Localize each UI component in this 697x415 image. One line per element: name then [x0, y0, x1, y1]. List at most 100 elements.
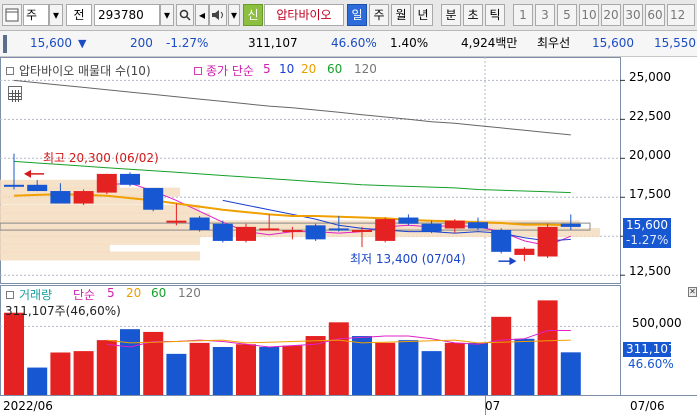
volume-profile-bar: [0, 235, 200, 245]
volume-bar: [4, 312, 24, 395]
volume-bar: [468, 342, 488, 395]
volume-bar: [328, 322, 349, 395]
period-tick-label: 틱: [489, 8, 501, 22]
volume-profile-bar: [0, 251, 200, 261]
period-year-tab[interactable]: 년: [413, 4, 433, 26]
interval-60-button[interactable]: 60: [645, 4, 665, 26]
price-pane-box-icon[interactable]: [6, 67, 14, 75]
current-price: 15,600: [30, 36, 72, 50]
market-select[interactable]: 주: [23, 4, 49, 26]
candle-body: [514, 248, 535, 255]
panel-handle-icon[interactable]: [3, 35, 7, 53]
candle-body: [27, 184, 48, 192]
volume-bar: [421, 351, 442, 395]
low-annotation: 최저 13,400 (07/04): [350, 252, 466, 266]
period-day-tab[interactable]: 일: [347, 4, 367, 26]
current-volume-pct: 46.60%: [628, 357, 674, 371]
volume-ma-20: 20: [126, 286, 142, 300]
ma-box-icon[interactable]: [194, 67, 202, 75]
interval-10-button[interactable]: 10: [579, 4, 599, 26]
interval-30-label: 30: [625, 8, 641, 22]
volume-bar: [491, 316, 512, 395]
candle-body: [212, 223, 233, 241]
period-second-label: 초: [467, 8, 479, 22]
candle-body: [189, 217, 210, 231]
candle-body: [236, 226, 256, 241]
market-select-label: 주: [26, 8, 38, 22]
interval-3-button[interactable]: 3: [535, 4, 555, 26]
volume-bar: [352, 336, 372, 395]
grid-table-icon[interactable]: [8, 86, 22, 102]
interval-60-label: 60: [647, 8, 663, 22]
stock-code-input[interactable]: 293780: [94, 4, 160, 26]
search-icon[interactable]: [176, 4, 194, 26]
period-month-tab[interactable]: 월: [391, 4, 411, 26]
stock-name-field[interactable]: 압타바이오: [264, 4, 344, 26]
candle-body: [421, 223, 442, 232]
ma-legend-label: 종가 단순: [206, 64, 254, 78]
candle-body: [259, 228, 280, 231]
volume-bar: [166, 353, 187, 395]
interval-5-button[interactable]: 5: [557, 4, 577, 26]
price-axis-label: 17,500: [629, 187, 671, 201]
prev-stock-icon[interactable]: ◂: [195, 4, 209, 26]
speaker-icon[interactable]: [209, 4, 227, 26]
ma-legend-10: 10: [279, 62, 295, 76]
volume-bar: [120, 329, 140, 395]
volume-readout: 311,107주(46,60%): [5, 304, 121, 318]
interval-20-button[interactable]: 20: [601, 4, 621, 26]
market-dropdown-icon[interactable]: ▾: [49, 4, 63, 26]
price-axis-label: 20,000: [629, 148, 671, 162]
ask-price: 15,550: [654, 36, 696, 50]
candle-body: [166, 220, 187, 223]
candle-body: [444, 220, 465, 229]
chart-area[interactable]: 압타바이오 매물대 수(10) 종가 단순 5 10 20 60 120 최고 …: [0, 57, 697, 415]
bid-price: 15,600: [592, 36, 634, 50]
candle-body: [73, 191, 94, 204]
volume-bar: [189, 342, 210, 395]
trade-volume: 311,107: [248, 36, 298, 50]
period-minute-tab[interactable]: 분: [441, 4, 461, 26]
period-tick-tab[interactable]: 틱: [485, 4, 505, 26]
interval-1-button[interactable]: 1: [513, 4, 533, 26]
volume-profile-bar: [0, 243, 110, 253]
volume-pane-title: 거래량: [19, 288, 53, 302]
code-dropdown-icon[interactable]: ▾: [160, 4, 174, 26]
candle-body: [398, 217, 419, 224]
volume-ma-5: 5: [107, 286, 115, 300]
volume-ma-120: 120: [178, 286, 201, 300]
price-change: 200: [130, 36, 153, 50]
ma-legend-20: 20: [301, 62, 317, 76]
interval-120-button[interactable]: 12: [667, 4, 695, 26]
candle-body: [120, 173, 140, 185]
price-axis-label: 22,500: [629, 109, 671, 123]
volume-bar: [560, 352, 581, 395]
volume-bar: [514, 338, 535, 395]
window-layout-icon[interactable]: [2, 4, 22, 26]
volume-bar: [259, 347, 280, 395]
speaker-dropdown-icon[interactable]: ▾: [228, 4, 240, 26]
candle-body: [4, 184, 24, 187]
interval-5-label: 5: [563, 8, 571, 22]
interval-30-button[interactable]: 30: [623, 4, 643, 26]
new-badge[interactable]: 신: [243, 4, 263, 26]
price-change-pct: -1.27%: [166, 36, 209, 50]
volume-bar: [537, 300, 558, 395]
period-week-tab[interactable]: 주: [369, 4, 389, 26]
volume-pane-box-icon[interactable]: [6, 291, 14, 299]
period-minute-label: 분: [445, 8, 457, 22]
candle-body: [560, 223, 581, 227]
ma-legend-60: 60: [327, 62, 343, 76]
volume-profile-bar: [0, 212, 210, 222]
volume-bar: [398, 340, 419, 395]
volume-bar: [50, 352, 71, 395]
jeon-button[interactable]: 전: [66, 4, 92, 26]
period-second-tab[interactable]: 초: [463, 4, 483, 26]
current-price-tag: 15,600: [623, 218, 671, 233]
turnover-rate: 1.40%: [390, 36, 429, 50]
interval-10-label: 10: [581, 8, 597, 22]
volume-bar: [212, 347, 233, 395]
trade-amount: 4,924백만: [461, 36, 518, 50]
pane-close-icon[interactable]: ✕: [688, 287, 697, 297]
current-volume-tag: 311,107: [623, 342, 676, 357]
